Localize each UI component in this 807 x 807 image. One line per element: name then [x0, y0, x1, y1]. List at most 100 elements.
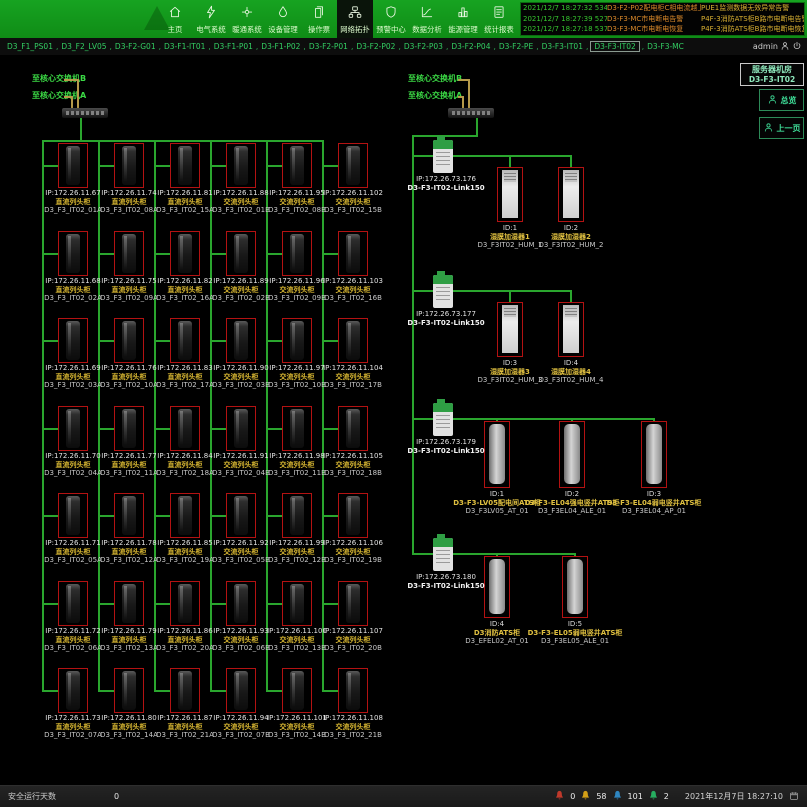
nav-label: 预警中心: [376, 24, 405, 34]
network-switch[interactable]: [62, 108, 108, 118]
rack-type: 直流列头柜: [153, 461, 217, 470]
rack-node[interactable]: [338, 231, 368, 276]
tab-D3-F2-P04[interactable]: D3-F2-P04: [450, 42, 491, 51]
rack-node[interactable]: [338, 318, 368, 363]
tab-D3-F3-MC[interactable]: D3-F3-MC: [646, 42, 685, 51]
rack-graphic: [178, 671, 192, 710]
gateway-link150[interactable]: [433, 275, 453, 308]
rack-node[interactable]: [338, 668, 368, 713]
rack-node[interactable]: [58, 318, 88, 363]
ticker-row[interactable]: 2021/12/7 18:27:39 527D3-F3-MC市电断电告警P4F-…: [523, 14, 805, 25]
rack-node[interactable]: [170, 493, 200, 538]
humidifier-device[interactable]: [558, 167, 584, 222]
rack-node[interactable]: [170, 143, 200, 188]
tab-D3_F1_PS01[interactable]: D3_F1_PS01: [6, 42, 54, 51]
tab-D3-F2-PE[interactable]: D3-F2-PE: [498, 42, 534, 51]
tab-D3-F2-P01[interactable]: D3-F2-P01: [308, 42, 349, 51]
rack-node[interactable]: [114, 231, 144, 276]
rack-node[interactable]: [338, 493, 368, 538]
gateway-link150[interactable]: [433, 140, 453, 173]
rack-node[interactable]: [58, 668, 88, 713]
rack-node[interactable]: [114, 143, 144, 188]
nav-item-home[interactable]: 主页: [157, 0, 193, 38]
rack-node[interactable]: [226, 143, 256, 188]
rack-node[interactable]: [58, 143, 88, 188]
rack-node[interactable]: [58, 493, 88, 538]
rack-node[interactable]: [170, 231, 200, 276]
rack-node[interactable]: [282, 143, 312, 188]
overview-button[interactable]: 总览: [759, 89, 804, 111]
rack-node[interactable]: [114, 318, 144, 363]
alarm-ticker[interactable]: 2021/12/7 18:27:32 534D3-F2-P02配电柜C相电流越上…: [520, 2, 805, 36]
nav-item-tickets[interactable]: 操作票: [301, 0, 337, 38]
prev-page-button[interactable]: 上一页: [759, 117, 804, 139]
rack-node[interactable]: [170, 406, 200, 451]
rack-node[interactable]: [114, 581, 144, 626]
rack-node[interactable]: [114, 668, 144, 713]
rack-label: IP:172.26.11.79直流列头柜D3_F3_IT02_13A: [97, 627, 161, 653]
nav-item-data-analysis[interactable]: 数据分析: [409, 0, 445, 38]
ats-cabinet-device[interactable]: [641, 421, 667, 488]
rack-node[interactable]: [338, 581, 368, 626]
tab-D3-F3-IT02[interactable]: D3-F3-IT02: [590, 41, 639, 52]
power-icon[interactable]: [792, 41, 802, 53]
ticker-row[interactable]: 2021/12/7 18:27:18 537D3-F3-MC市电断电恢复P4F-…: [523, 24, 805, 35]
ats-cabinet-device[interactable]: [559, 421, 585, 488]
rack-ip: IP:172.26.11.74: [97, 189, 161, 198]
user-icon[interactable]: [780, 41, 790, 53]
rack-label: IP:172.26.11.101交流列头柜D3_F3_IT02_14B: [265, 714, 329, 740]
rack-ip: IP:172.26.11.77: [97, 452, 161, 461]
tab-D3-F3-IT01[interactable]: D3-F3-IT01: [541, 42, 584, 51]
rack-node[interactable]: [282, 406, 312, 451]
rack-type: 直流列头柜: [97, 198, 161, 207]
rack-node[interactable]: [58, 231, 88, 276]
nav-item-hvac[interactable]: 暖通系统: [229, 0, 265, 38]
tab-D3-F1-IT01[interactable]: D3-F1-IT01: [163, 42, 206, 51]
rack-node[interactable]: [226, 231, 256, 276]
rack-node[interactable]: [226, 406, 256, 451]
tab-D3-F2-P03[interactable]: D3-F2-P03: [403, 42, 444, 51]
calendar-icon[interactable]: [789, 791, 799, 803]
ticker-message-2: P4F-3消防ATS柜B路市电断电告警: [701, 14, 805, 24]
rack-node[interactable]: [226, 668, 256, 713]
rack-node[interactable]: [282, 493, 312, 538]
rack-node[interactable]: [226, 318, 256, 363]
tab-D3-F2-P02[interactable]: D3-F2-P02: [355, 42, 396, 51]
tab-D3-F1-P02[interactable]: D3-F1-P02: [260, 42, 301, 51]
rack-node[interactable]: [282, 581, 312, 626]
rack-node[interactable]: [282, 668, 312, 713]
rack-node[interactable]: [226, 581, 256, 626]
rack-node[interactable]: [114, 406, 144, 451]
nav-item-alert-center[interactable]: 预警中心: [373, 0, 409, 38]
ticker-row[interactable]: 2021/12/7 18:27:32 534D3-F2-P02配电柜C相电流越上…: [523, 3, 805, 14]
gateway-link150[interactable]: [433, 538, 453, 571]
rack-node[interactable]: [114, 493, 144, 538]
gateway-link150[interactable]: [433, 403, 453, 436]
rack-node[interactable]: [282, 318, 312, 363]
nav-item-network-topology[interactable]: 网络拓扑: [337, 0, 373, 38]
humidifier-device[interactable]: [558, 302, 584, 357]
nav-item-energy-mgmt[interactable]: 能源管理: [445, 0, 481, 38]
nav-item-device-mgmt[interactable]: 设备管理: [265, 0, 301, 38]
rack-node[interactable]: [282, 231, 312, 276]
rack-node[interactable]: [170, 581, 200, 626]
ats-cabinet-device[interactable]: [562, 556, 588, 618]
rack-code: D3_F3_IT02_06B: [209, 644, 273, 653]
rack-type: 交流列头柜: [321, 461, 385, 470]
rack-node[interactable]: [338, 406, 368, 451]
rack-node[interactable]: [226, 493, 256, 538]
rack-node[interactable]: [170, 318, 200, 363]
ticker-message-2: PUE1监测数据无效异常告警: [701, 3, 805, 13]
nav-item-electrical[interactable]: 电气系统: [193, 0, 229, 38]
tab-D3-F2-G01[interactable]: D3-F2-G01: [114, 42, 157, 51]
rack-ip: IP:172.26.11.108: [321, 714, 385, 723]
rack-node[interactable]: [170, 668, 200, 713]
network-switch[interactable]: [448, 108, 494, 118]
rack-node[interactable]: [58, 581, 88, 626]
tab-D3_F2_LV05[interactable]: D3_F2_LV05: [60, 42, 107, 51]
uplink-label: 至核心交换机B: [408, 73, 462, 84]
rack-node[interactable]: [58, 406, 88, 451]
rack-node[interactable]: [338, 143, 368, 188]
tab-D3-F1-P01[interactable]: D3-F1-P01: [213, 42, 254, 51]
nav-item-reports[interactable]: 统计报表: [481, 0, 517, 38]
